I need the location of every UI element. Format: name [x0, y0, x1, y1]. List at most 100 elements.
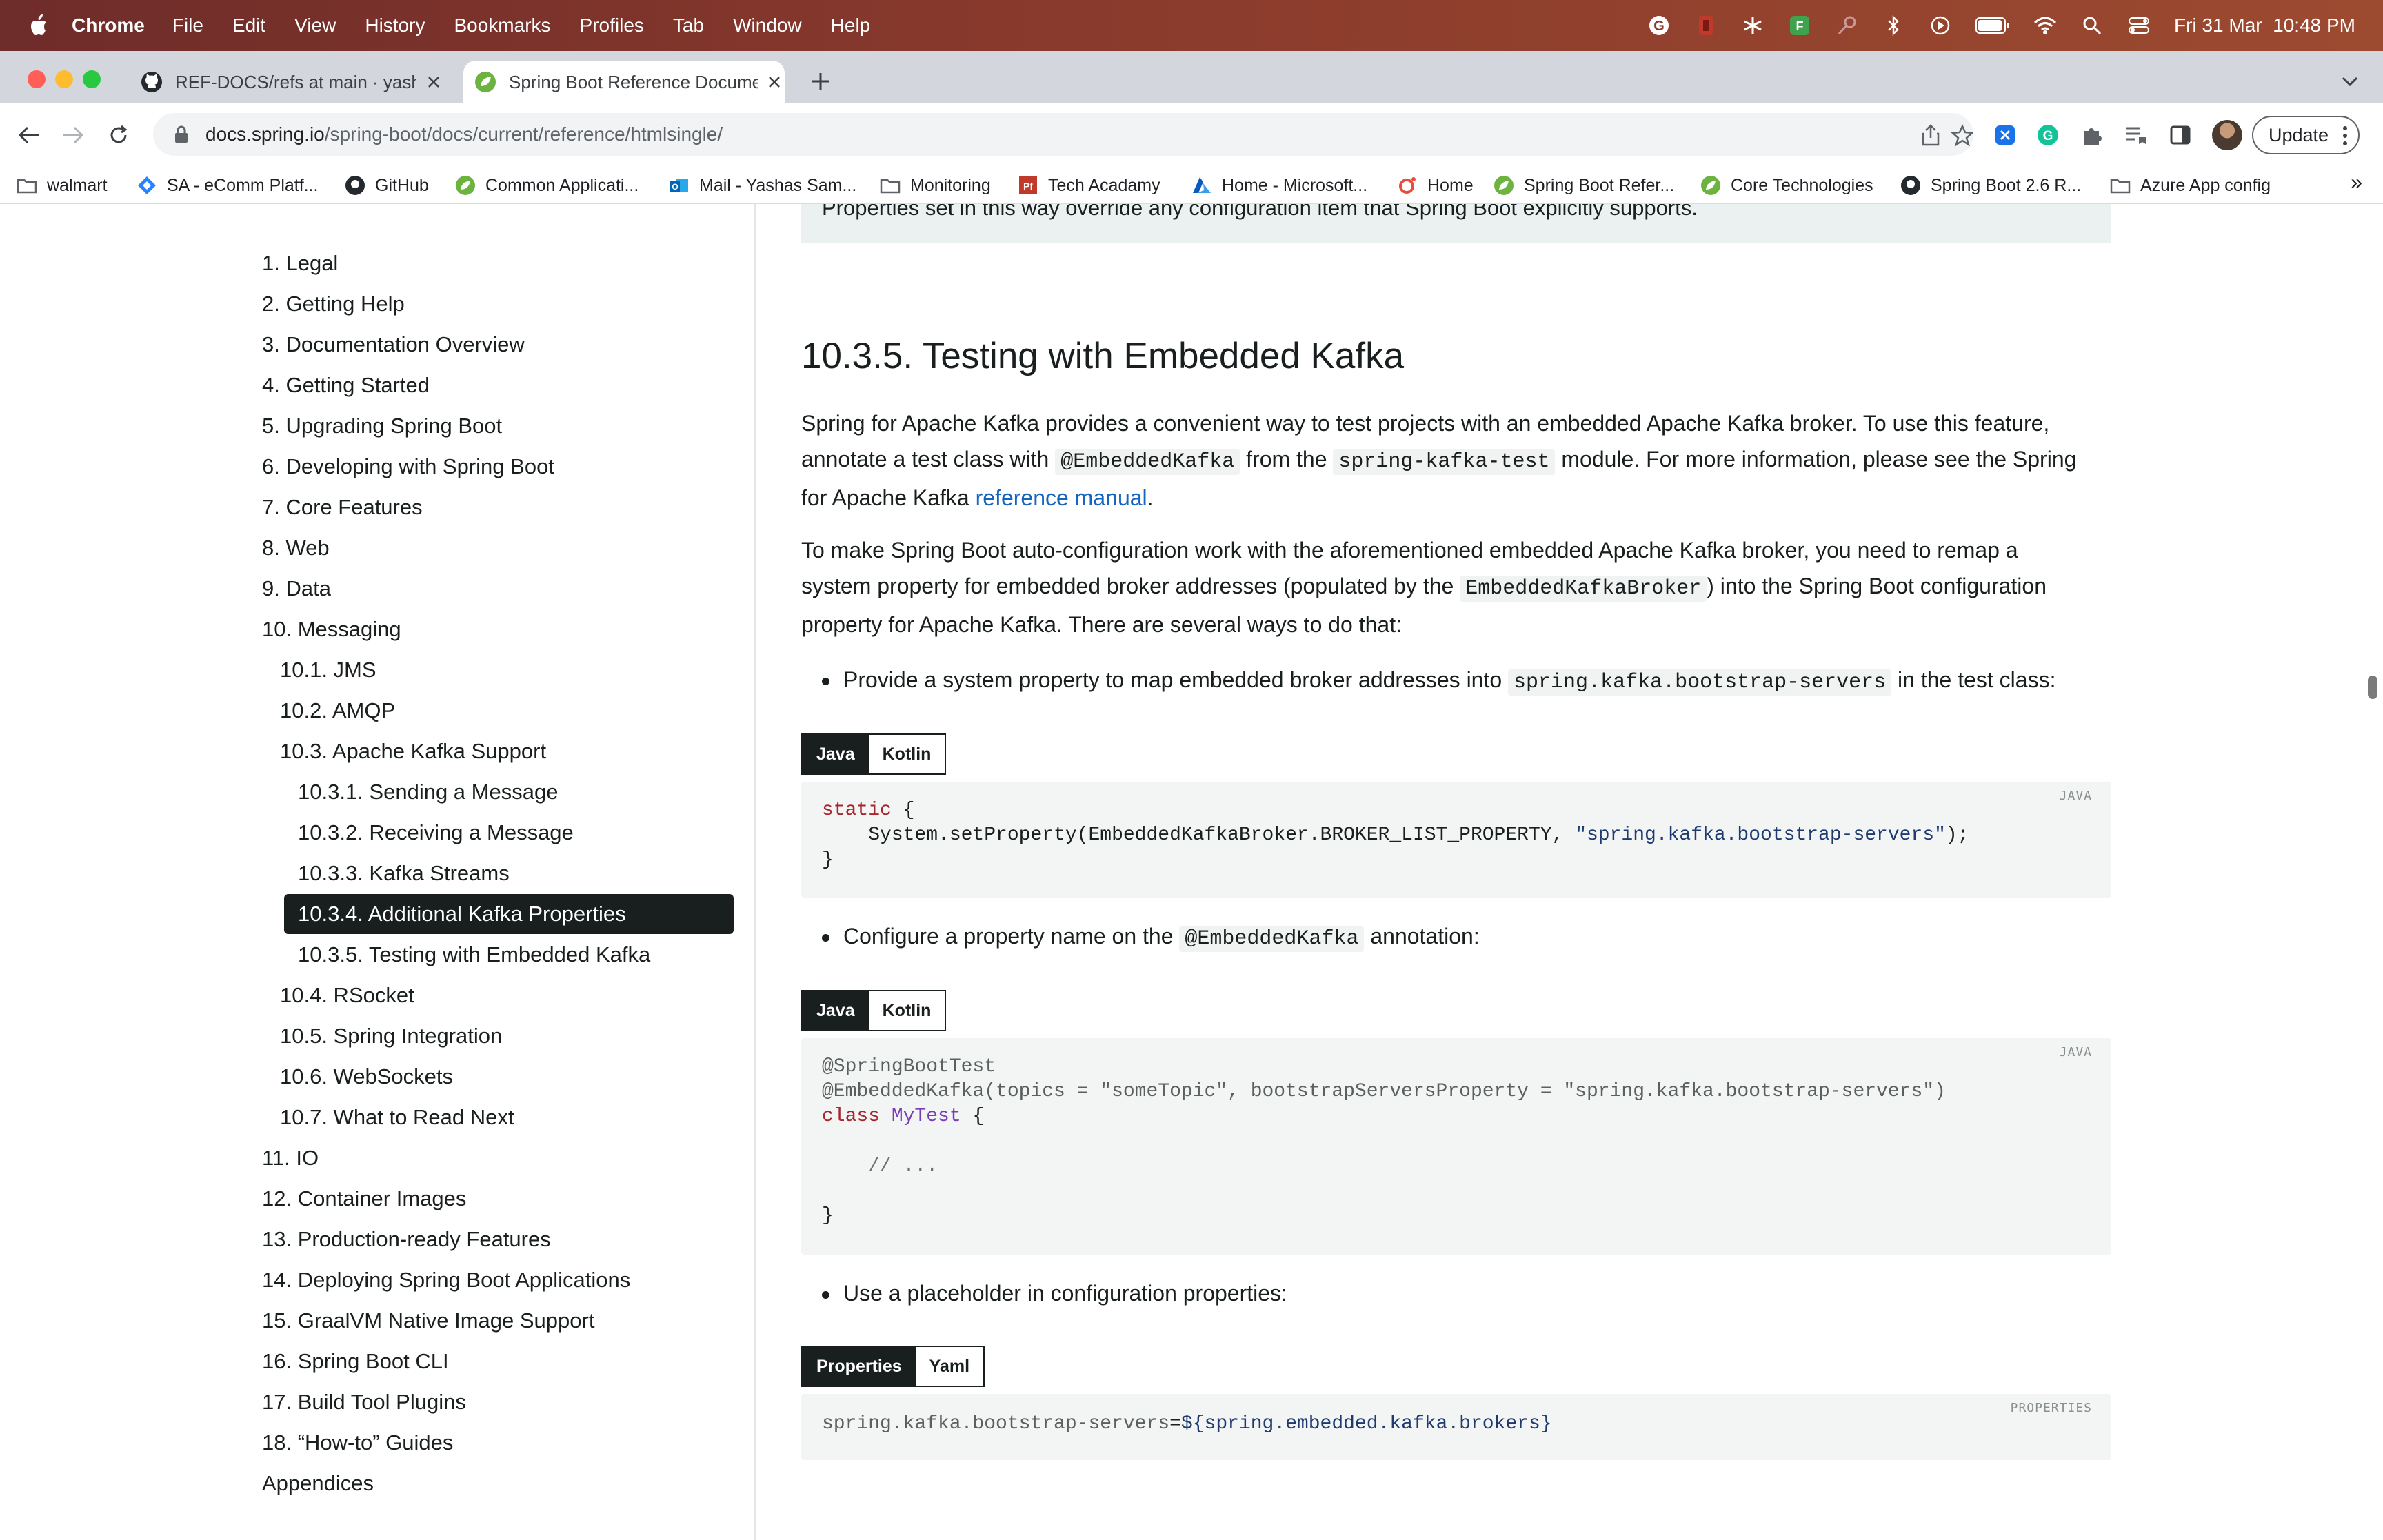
forward-arrow-icon[interactable]: [57, 119, 90, 152]
toc-item[interactable]: 10.7. What to Read Next: [280, 1100, 514, 1135]
tab-yaml[interactable]: Yaml: [915, 1347, 984, 1386]
bookmark-common-applications[interactable]: Common Applicati...: [455, 172, 639, 199]
tab-kotlin[interactable]: Kotlin: [868, 735, 945, 773]
menu-edit[interactable]: Edit: [232, 14, 265, 37]
menu-bookmarks[interactable]: Bookmarks: [454, 14, 550, 37]
lock-icon[interactable]: [174, 125, 189, 144]
page-scrollbar-thumb[interactable]: [2368, 676, 2377, 699]
toc-item[interactable]: 3. Documentation Overview: [262, 327, 525, 362]
tab-kotlin[interactable]: Kotlin: [868, 991, 945, 1030]
toc-item[interactable]: 16. Spring Boot CLI: [262, 1344, 449, 1379]
menu-window[interactable]: Window: [733, 14, 802, 37]
menu-history[interactable]: History: [365, 14, 425, 37]
wifi-icon[interactable]: [2033, 14, 2057, 37]
bookmark-spring-boot-reference[interactable]: Spring Boot Refer...: [1494, 172, 1674, 199]
extensions-puzzle-icon[interactable]: [2080, 123, 2104, 148]
bookmark-walmart[interactable]: walmart: [17, 172, 108, 199]
asterisk-status-icon[interactable]: [1741, 14, 1764, 37]
bookmark-sa-ecomm[interactable]: SA - eComm Platf...: [137, 172, 319, 199]
update-button[interactable]: Update: [2252, 116, 2360, 154]
tab-search-chevron-down-icon[interactable]: [2335, 66, 2365, 97]
toc-item[interactable]: 10.3. Apache Kafka Support: [280, 734, 546, 769]
bookmark-azure-app-config[interactable]: Azure App config: [2110, 172, 2271, 199]
window-zoom-button[interactable]: [83, 70, 101, 88]
toc-item[interactable]: 12. Container Images: [262, 1182, 466, 1216]
tab-close-icon[interactable]: [765, 72, 785, 92]
app-status-icon[interactable]: F: [1788, 14, 1811, 37]
toc-item[interactable]: 10.1. JMS: [280, 653, 376, 687]
menu-tab[interactable]: Tab: [673, 14, 704, 37]
toc-item[interactable]: 10.3.5. Testing with Embedded Kafka: [298, 938, 650, 972]
toc-item-active[interactable]: 10.3.4. Additional Kafka Properties: [284, 894, 734, 934]
toc-item[interactable]: 17. Build Tool Plugins: [262, 1385, 466, 1419]
menu-app-chrome[interactable]: Chrome: [72, 14, 145, 37]
tab-properties[interactable]: Properties: [803, 1347, 916, 1386]
toc-item[interactable]: 6. Developing with Spring Boot: [262, 449, 554, 484]
bookmark-monitoring[interactable]: Monitoring: [880, 172, 991, 199]
address-bar[interactable]: docs.spring.io/spring-boot/docs/current/…: [153, 113, 1973, 156]
toc-item[interactable]: 14. Deploying Spring Boot Applications: [262, 1263, 630, 1297]
bookmark-core-technologies[interactable]: Core Technologies: [1700, 172, 1873, 199]
bookmark-star-icon[interactable]: [1950, 123, 1975, 148]
toc-item[interactable]: 10.5. Spring Integration: [280, 1019, 502, 1053]
reference-manual-link[interactable]: reference manual: [976, 485, 1147, 510]
share-icon[interactable]: [1918, 123, 1943, 148]
menu-view[interactable]: View: [294, 14, 336, 37]
menu-profiles[interactable]: Profiles: [580, 14, 644, 37]
reading-list-icon[interactable]: [2124, 123, 2149, 148]
toc-item[interactable]: 10.6. WebSockets: [280, 1060, 453, 1094]
bookmark-home-microsoft[interactable]: Home - Microsoft...: [1192, 172, 1367, 199]
toc-item[interactable]: 10.3.2. Receiving a Message: [298, 815, 574, 850]
toc-item[interactable]: 7. Core Features: [262, 490, 423, 525]
menu-file[interactable]: File: [172, 14, 203, 37]
bookmarks-overflow-chevron-icon[interactable]: »: [2351, 171, 2362, 194]
bookmark-home[interactable]: Home: [1397, 172, 1474, 199]
window-minimize-button[interactable]: [55, 70, 73, 88]
toc-item[interactable]: 18. “How-to” Guides: [262, 1426, 453, 1460]
bookmark-mail[interactable]: O Mail - Yashas Sam...: [669, 172, 856, 199]
toc-item[interactable]: 10.2. AMQP: [280, 693, 395, 728]
tab-java[interactable]: Java: [803, 991, 869, 1030]
grammarly-status-icon[interactable]: G: [1647, 14, 1671, 37]
tab-spring-boot-reference[interactable]: Spring Boot Reference Documentation: [463, 61, 785, 103]
bookmark-spring-boot-26[interactable]: Spring Boot 2.6 R...: [1900, 172, 2081, 199]
bluetooth-icon[interactable]: [1882, 14, 1905, 37]
toc-item[interactable]: 1. Legal: [262, 246, 338, 281]
side-panel-icon[interactable]: [2168, 123, 2193, 148]
back-arrow-icon[interactable]: [12, 119, 46, 152]
toc-item[interactable]: 10.3.3. Kafka Streams: [298, 856, 510, 891]
toc-item[interactable]: 15. GraalVM Native Image Support: [262, 1304, 594, 1338]
toc-item[interactable]: 4. Getting Started: [262, 368, 430, 403]
toc-item[interactable]: 10.4. RSocket: [280, 978, 414, 1013]
reload-icon[interactable]: [102, 119, 135, 152]
toc-item[interactable]: Appendices: [262, 1466, 374, 1501]
toc-item[interactable]: 5. Upgrading Spring Boot: [262, 409, 502, 443]
apple-logo-icon[interactable]: [28, 14, 48, 37]
tab-java[interactable]: Java: [803, 735, 869, 773]
menu-help[interactable]: Help: [831, 14, 871, 37]
extension-x-icon[interactable]: [1993, 123, 2018, 148]
toc-item[interactable]: 8. Web: [262, 531, 330, 565]
toc-item[interactable]: 13. Production-ready Features: [262, 1222, 551, 1257]
spotlight-search-icon[interactable]: [2080, 14, 2104, 37]
toc-item[interactable]: 9. Data: [262, 571, 331, 606]
grammarly-extension-icon[interactable]: G: [2035, 123, 2060, 148]
toc-item[interactable]: 2. Getting Help: [262, 287, 405, 321]
key-status-icon[interactable]: [1835, 14, 1858, 37]
play-status-icon[interactable]: [1929, 14, 1952, 37]
profile-avatar[interactable]: [2212, 120, 2242, 150]
battery-icon[interactable]: [1975, 14, 2010, 37]
tab-ref-docs[interactable]: REF-DOCS/refs at main · yasha: [141, 61, 451, 103]
toc-item[interactable]: 10. Messaging: [262, 612, 401, 647]
new-tab-plus-icon[interactable]: [805, 66, 836, 97]
shield-status-icon[interactable]: [1694, 14, 1718, 37]
clock[interactable]: Fri 31 Mar 10:48 PM: [2174, 14, 2355, 37]
bookmark-github[interactable]: GitHub: [345, 172, 429, 199]
control-center-icon[interactable]: [2127, 14, 2151, 37]
more-vertical-icon[interactable]: [2343, 125, 2347, 146]
tab-close-icon[interactable]: [423, 72, 444, 92]
bookmark-tech-acadamy[interactable]: Pf Tech Acadamy: [1018, 172, 1160, 199]
toc-item[interactable]: 11. IO: [262, 1141, 319, 1175]
window-close-button[interactable]: [28, 70, 46, 88]
toc-item[interactable]: 10.3.1. Sending a Message: [298, 775, 558, 809]
